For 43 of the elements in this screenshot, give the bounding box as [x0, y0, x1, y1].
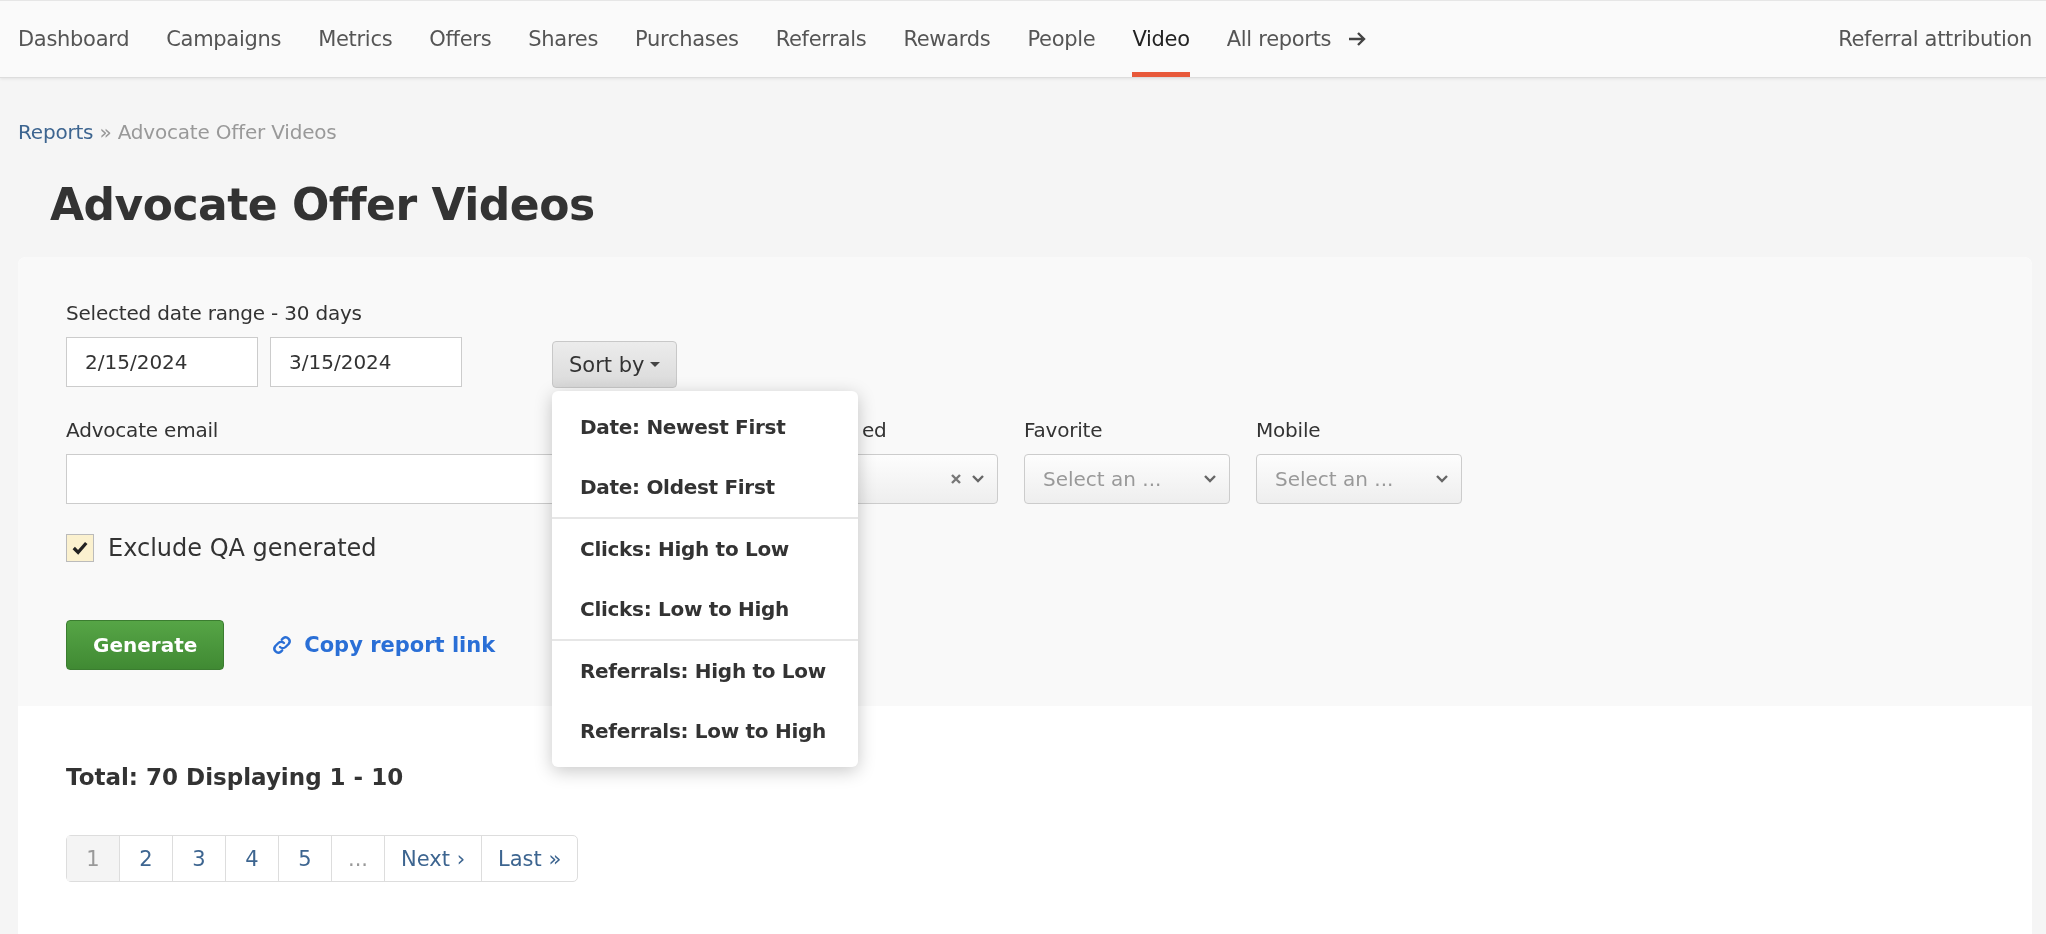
end-date-field[interactable]: 3/15/2024 — [270, 337, 462, 388]
nav-tab[interactable]: Purchases — [635, 1, 739, 77]
page-link[interactable]: 4 — [225, 836, 278, 882]
field-label: Selected date range - 30 days — [66, 301, 363, 326]
generate-button[interactable]: Generate — [66, 620, 225, 671]
menu-item[interactable]: Referrals: Low to High — [552, 701, 858, 762]
page-link[interactable]: Last » — [481, 836, 578, 882]
nav-tab[interactable]: Video — [1132, 1, 1190, 77]
nav-tab[interactable]: People — [1027, 1, 1096, 77]
page-link[interactable]: 2 — [119, 836, 172, 882]
field-label: ed — [861, 418, 887, 443]
menu-item[interactable]: Date: Oldest First — [552, 457, 858, 518]
menu-item[interactable]: Clicks: High to Low — [552, 517, 858, 580]
arrow-icon — [1347, 31, 1368, 47]
menu-item[interactable]: Clicks: Low to High — [552, 579, 858, 640]
page-title: Advocate Offer Videos — [50, 178, 596, 232]
caret-icon — [650, 361, 661, 368]
nav-tab[interactable]: Dashboard — [18, 1, 130, 77]
nav-tab[interactable]: Shares — [528, 1, 599, 77]
checkbox-label: Exclude QA generated — [108, 534, 377, 563]
nav-tab[interactable]: Referrals — [775, 1, 867, 77]
page-link[interactable]: Next › — [384, 836, 482, 882]
checkbox[interactable] — [66, 534, 94, 563]
menu-item[interactable]: Referrals: High to Low — [552, 639, 858, 702]
page-link[interactable]: 3 — [172, 836, 225, 882]
nav-link[interactable]: All reports — [1226, 1, 1368, 77]
nav-tab[interactable]: Offers — [429, 1, 492, 77]
nav-tab[interactable]: Campaigns — [166, 1, 282, 77]
menu-item[interactable]: Date: Newest First — [552, 397, 858, 458]
start-date-field[interactable]: 2/15/2024 — [66, 337, 258, 388]
field-label: Mobile — [1256, 418, 1321, 443]
copy-link[interactable]: Copy report link — [270, 633, 496, 658]
results-summary: Total: 70 Displaying 1 - 10 — [66, 764, 405, 791]
nav-tab[interactable]: Metrics — [318, 1, 393, 77]
nav-link[interactable]: Referral attribution — [1838, 1, 2032, 77]
field-label: Advocate email — [66, 418, 219, 443]
nav-tab[interactable]: Rewards — [903, 1, 991, 77]
clear-icon[interactable] — [949, 473, 963, 486]
field-label: Favorite — [1024, 418, 1103, 443]
breadcrumb-current: » Advocate Offer Videos — [98, 120, 337, 144]
breadcrumb-link[interactable]: Reports — [18, 120, 94, 144]
page-link[interactable]: 5 — [278, 836, 331, 882]
sort-button[interactable]: Sort by — [552, 341, 678, 389]
